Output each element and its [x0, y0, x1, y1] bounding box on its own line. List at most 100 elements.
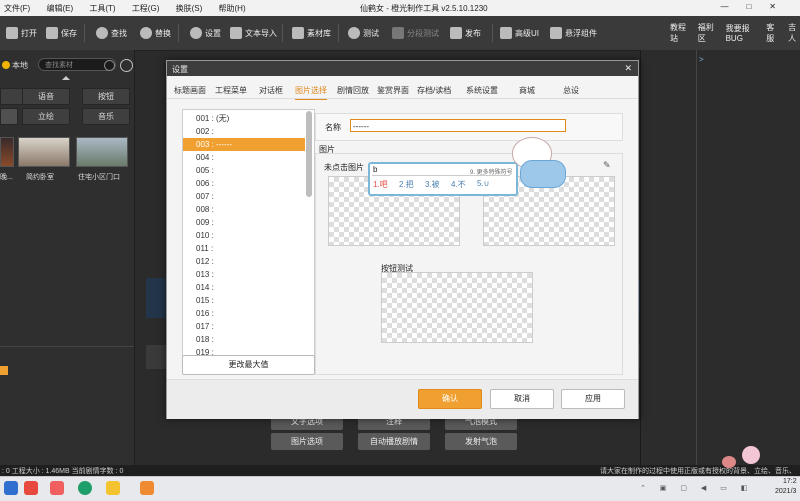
properties-panel	[640, 50, 800, 465]
link-user[interactable]: 吉人	[788, 22, 800, 44]
text-import-button[interactable]: 文本导入	[230, 25, 277, 41]
list-item[interactable]: 005 :	[183, 164, 305, 177]
category-button-asset[interactable]: 按钮	[82, 88, 130, 105]
apply-button[interactable]: 应用	[561, 389, 625, 409]
local-radio[interactable]	[2, 61, 10, 69]
list-item[interactable]: 017 :	[183, 320, 305, 333]
advanced-ui-button[interactable]: 高级UI	[500, 25, 539, 41]
tab-save-load[interactable]: 存档/读档	[417, 85, 451, 96]
button-test-preview[interactable]	[381, 272, 533, 343]
menu-skin[interactable]: 换肤(S)	[176, 4, 203, 13]
list-item[interactable]: 011 :	[183, 242, 305, 255]
toolbar-divider	[338, 24, 339, 42]
list-item[interactable]: 012 :	[183, 255, 305, 268]
menu-help[interactable]: 帮助(H)	[219, 4, 246, 13]
category-button[interactable]	[0, 108, 18, 125]
menu-tools[interactable]: 工具(T)	[89, 4, 115, 13]
toolbar-divider	[492, 24, 493, 42]
list-item[interactable]: 018 :	[183, 333, 305, 346]
settings-button[interactable]: 设置	[190, 25, 221, 41]
segment-test-button[interactable]: 分段测试	[392, 25, 439, 41]
list-item[interactable]: 015 :	[183, 294, 305, 307]
name-input[interactable]: ------	[350, 119, 566, 132]
ime-candidate[interactable]: 4.不	[451, 179, 466, 190]
change-max-button[interactable]: 更改最大值	[182, 355, 315, 375]
tab-project-menu[interactable]: 工程菜单	[215, 85, 247, 96]
cancel-button[interactable]: 取消	[490, 389, 554, 409]
float-component-button[interactable]: 悬浮组件	[550, 25, 597, 41]
image-select-list: 001 : (无) 002 : 003 : ------ 004 : 005 :…	[182, 109, 315, 359]
list-item[interactable]: 004 :	[183, 151, 305, 164]
link-tutorial[interactable]: 教程站	[670, 22, 688, 44]
list-item[interactable]: 009 :	[183, 216, 305, 229]
tab-store[interactable]: 商城	[519, 85, 535, 96]
tab-dialog-box[interactable]: 对话框	[259, 85, 283, 96]
list-item[interactable]: 002 :	[183, 125, 305, 138]
list-item[interactable]: 013 :	[183, 268, 305, 281]
ime-candidate[interactable]: 1.吧	[373, 179, 388, 190]
close-icon[interactable]: ✕	[624, 63, 632, 74]
list-item[interactable]: 007 :	[183, 190, 305, 203]
minimize-button[interactable]: —	[720, 2, 746, 11]
menu-file[interactable]: 文件(F)	[4, 4, 30, 13]
status-bar: : 0 工程大小 : 1.46MB 当前剧情字数 : 0 请大家在制作的过程中使…	[0, 465, 800, 476]
material-thumbnail[interactable]	[76, 137, 128, 167]
tab-gallery[interactable]: 鉴赏界面	[377, 85, 409, 96]
test-button[interactable]: 测试	[348, 25, 379, 41]
publish-button[interactable]: 发布	[450, 25, 481, 41]
image-options-button[interactable]: 图片选项	[271, 433, 343, 450]
autoplay-button[interactable]: 自动播放剧情	[358, 433, 430, 450]
thumbnail-label: 晚...	[0, 174, 13, 181]
tab-general[interactable]: 总设	[563, 85, 579, 96]
link-welfare[interactable]: 福利区	[698, 22, 716, 44]
menu-project[interactable]: 工程(G)	[132, 4, 160, 13]
list-item-selected[interactable]: 003 : ------	[183, 138, 305, 151]
category-music[interactable]: 音乐	[82, 108, 130, 125]
tray-icons[interactable]: ⌃ ▣ ▢ ◀ ▭ ◧	[640, 484, 760, 492]
list-item[interactable]: 008 :	[183, 203, 305, 216]
app-taskbar-icon[interactable]	[140, 481, 154, 495]
expand-arrow-icon[interactable]: >	[699, 55, 704, 64]
tab-replay[interactable]: 剧情回放	[337, 85, 369, 96]
ime-candidate[interactable]: 3.被	[425, 179, 440, 190]
app-taskbar-icon[interactable]	[24, 481, 38, 495]
link-report-bug[interactable]: 我要报BUG	[726, 23, 757, 43]
list-item[interactable]: 010 :	[183, 229, 305, 242]
open-button[interactable]: 打开	[6, 25, 37, 41]
search-icon[interactable]	[104, 60, 115, 71]
tab-title-screen[interactable]: 标题画面	[174, 85, 206, 96]
title-bar: 文件(F) 编辑(E) 工具(T) 工程(G) 换肤(S) 帮助(H) 仙鹤女 …	[0, 0, 800, 16]
material-thumbnail[interactable]	[18, 137, 70, 167]
maximize-button[interactable]: □	[746, 2, 769, 11]
category-voice[interactable]: 语音	[22, 88, 70, 105]
list-item[interactable]: 006 :	[183, 177, 305, 190]
menu-edit[interactable]: 编辑(E)	[46, 4, 73, 13]
app-taskbar-icon[interactable]	[4, 481, 18, 495]
folder-taskbar-icon[interactable]	[106, 481, 120, 495]
text-import-label: 文本导入	[245, 28, 277, 38]
browser-taskbar-icon[interactable]	[78, 481, 92, 495]
ime-candidate[interactable]: 5.∪	[477, 179, 490, 188]
list-item[interactable]: 014 :	[183, 281, 305, 294]
save-button[interactable]: 保存	[46, 25, 77, 41]
link-service[interactable]: 客服	[766, 22, 778, 44]
refresh-icon[interactable]	[120, 59, 133, 72]
emit-bubble-button[interactable]: 发射气泡	[445, 433, 517, 450]
find-button[interactable]: 查找	[96, 25, 127, 41]
close-window-button[interactable]: ✕	[769, 2, 794, 11]
tab-system-settings[interactable]: 系统设置	[466, 85, 498, 96]
gear-icon	[190, 27, 202, 39]
material-thumbnail[interactable]	[0, 137, 14, 167]
library-button[interactable]: 素材库	[292, 25, 331, 41]
list-item[interactable]: 016 :	[183, 307, 305, 320]
ime-candidate[interactable]: 2.把	[399, 179, 414, 190]
replace-button[interactable]: 替换	[140, 25, 171, 41]
confirm-button[interactable]: 确认	[418, 389, 482, 409]
category-portrait[interactable]: 立绘	[22, 108, 70, 125]
app-taskbar-icon[interactable]	[50, 481, 64, 495]
toolbar-divider	[178, 24, 179, 42]
edit-icon[interactable]: ✎	[603, 160, 611, 171]
list-scrollbar[interactable]	[306, 111, 312, 197]
list-item[interactable]: 001 : (无)	[183, 112, 305, 125]
collapse-arrow-icon[interactable]	[62, 76, 70, 80]
